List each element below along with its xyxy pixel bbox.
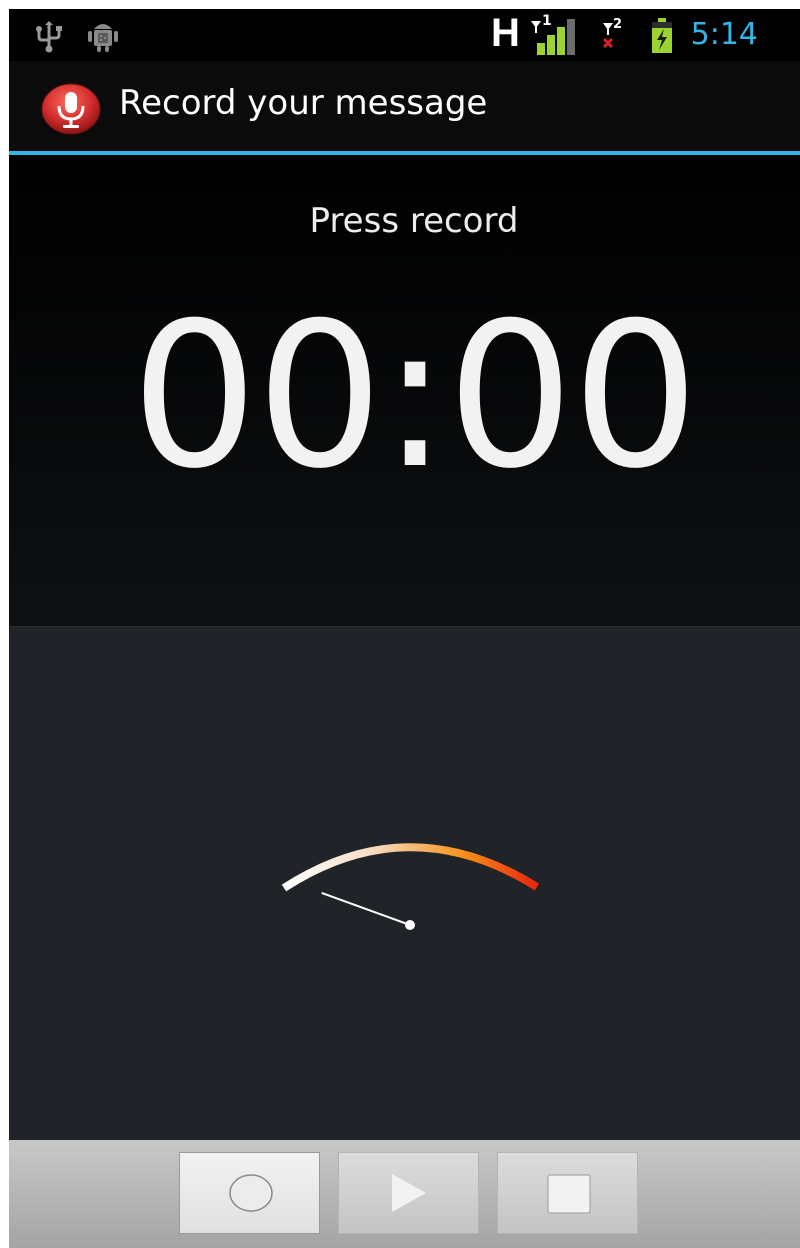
play-icon [392,1174,426,1212]
vu-meter-scale [281,843,540,892]
action-bar: Record your message [9,61,800,155]
network-type-label: H [491,11,520,55]
android-debug-icon [88,24,118,52]
page-title: Record your message [119,83,488,123]
vu-meter-pivot [405,920,415,930]
vu-meter [281,843,540,930]
stop-icon [547,1174,591,1214]
sim1-label: 1 [542,13,552,29]
battery-charging-icon [652,18,672,53]
record-button[interactable] [179,1152,320,1234]
record-icon [229,1174,273,1212]
microphone-icon [41,83,101,135]
status-time: 5:14 [690,17,758,52]
sim2-label: 2 [613,17,623,32]
state-message: Press record [309,201,519,241]
play-button[interactable] [338,1152,479,1234]
vu-meter-needle [321,891,411,926]
usb-icon [36,21,62,53]
elapsed-timer: 00:00 [130,280,699,513]
status-bar: H 1 2 5:14 [9,9,800,61]
timer-area: Press record 00:00 [9,155,800,626]
signal-sim1-icon [531,19,575,55]
control-bar [9,1140,800,1248]
stop-button[interactable] [497,1152,638,1234]
recorder-screen: H 1 2 5:14 Record your message Press rec… [9,9,800,1248]
vu-meter-area [9,626,800,1141]
